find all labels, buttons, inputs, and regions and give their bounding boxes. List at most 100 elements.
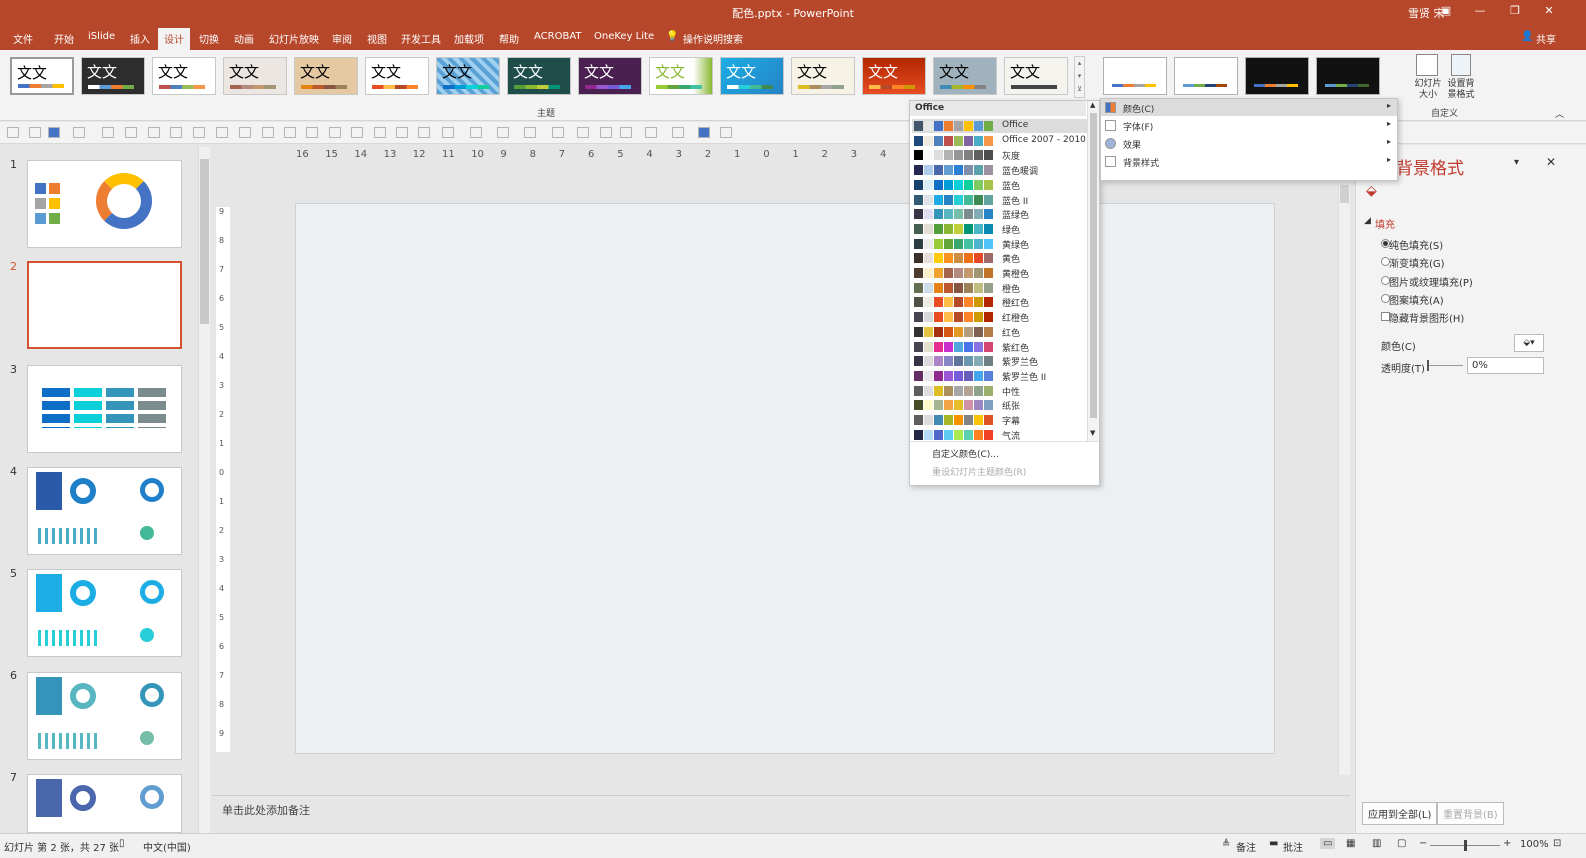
toolbar-icon[interactable] — [351, 127, 363, 138]
toolbar-icon[interactable] — [600, 127, 612, 138]
scroll-thumb[interactable] — [1090, 113, 1097, 418]
toolbar-icon[interactable] — [262, 127, 274, 138]
restore-icon[interactable]: ❐ — [1506, 4, 1524, 17]
scroll-down-icon[interactable]: ▼ — [1090, 429, 1095, 437]
minimize-icon[interactable]: — — [1471, 4, 1489, 17]
slide-thumbnail-6[interactable] — [27, 672, 182, 760]
section-collapse-icon[interactable]: ◢ — [1364, 216, 1371, 226]
slide-thumbnail-5[interactable] — [27, 569, 182, 657]
variant-menu-effects[interactable]: 效果 ▸ — [1101, 135, 1397, 152]
toolbar-icon[interactable] — [102, 127, 114, 138]
fill-section-label[interactable]: 填充 — [1375, 216, 1395, 231]
tab-developer[interactable]: 开发工具 — [401, 31, 441, 46]
tab-slideshow[interactable]: 幻灯片放映 — [269, 31, 319, 46]
notes-pane[interactable]: 单击此处添加备注 — [212, 795, 1350, 833]
pane-close-icon[interactable]: ✕ — [1546, 155, 1556, 169]
tab-design[interactable]: 设计 — [158, 28, 190, 50]
slide-thumbnail-2[interactable] — [27, 261, 182, 349]
toolbar-icon[interactable] — [73, 127, 85, 138]
toolbar-icon[interactable] — [396, 127, 408, 138]
toolbar-icon[interactable] — [329, 127, 341, 138]
variant-menu-fonts[interactable]: 字体(F) ▸ — [1101, 117, 1397, 134]
color-scheme-item[interactable]: 黄色 — [912, 251, 1088, 265]
zoom-level[interactable]: 100% — [1520, 839, 1549, 850]
comments-icon[interactable]: ▬ — [1269, 838, 1278, 849]
format-background-icon[interactable] — [1451, 54, 1471, 76]
theme-10[interactable]: 文文 — [649, 57, 713, 95]
toolbar-icon[interactable] — [552, 127, 564, 138]
gradient-fill-label[interactable]: 渐变填充(G) — [1389, 255, 1445, 270]
toolbar-icon[interactable] — [193, 127, 205, 138]
toolbar-icon[interactable] — [170, 127, 182, 138]
reading-view-icon[interactable]: ▥ — [1372, 838, 1381, 849]
share-button[interactable]: 共享 — [1536, 31, 1556, 46]
theme-gallery-scroll[interactable]: ▴ ▾ ⊻ — [1074, 56, 1085, 98]
variant-4[interactable] — [1316, 57, 1380, 95]
color-scheme-item[interactable]: 字幕 — [912, 413, 1088, 427]
toolbar-icon[interactable] — [418, 127, 430, 138]
hide-bg-graphics-label[interactable]: 隐藏背景图形(H) — [1389, 310, 1464, 325]
tab-insert[interactable]: 插入 — [130, 31, 150, 46]
slide-size-icon[interactable] — [1416, 54, 1438, 76]
toolbar-icon[interactable] — [442, 127, 454, 138]
toolbar-icon[interactable] — [48, 127, 60, 138]
tab-onekey[interactable]: OneKey Lite — [594, 31, 654, 42]
slide-thumbnail-1[interactable] — [27, 160, 182, 248]
toolbar-icon[interactable] — [720, 127, 732, 138]
tab-review[interactable]: 审阅 — [332, 31, 352, 46]
toolbar-icon[interactable] — [148, 127, 160, 138]
close-icon[interactable]: ✕ — [1540, 4, 1558, 17]
ribbon-display-icon[interactable]: ▣ — [1437, 4, 1455, 17]
tab-addins[interactable]: 加载项 — [454, 31, 484, 46]
reset-background-button[interactable]: 重置背景(B) — [1437, 802, 1504, 825]
slide-canvas[interactable] — [295, 203, 1275, 754]
zoom-out-icon[interactable]: − — [1419, 838, 1427, 849]
tab-file[interactable]: 文件 — [13, 31, 33, 46]
color-scheme-item[interactable]: 灰度 — [912, 148, 1088, 162]
theme-13[interactable]: 文文 — [862, 57, 926, 95]
pattern-fill-label[interactable]: 图案填充(A) — [1389, 292, 1444, 307]
apply-to-all-button[interactable]: 应用到全部(L) — [1362, 802, 1438, 825]
toolbar-icon[interactable] — [216, 127, 228, 138]
slide-thumbnail-3[interactable] — [27, 365, 182, 453]
toolbar-icon[interactable] — [672, 127, 684, 138]
zoom-slider-thumb[interactable] — [1464, 840, 1467, 851]
theme-15[interactable]: 文文 — [1004, 57, 1068, 95]
color-scheme-item[interactable]: 蓝色暖调 — [912, 163, 1088, 177]
theme-9[interactable]: 文文 — [578, 57, 642, 95]
toolbar-icon[interactable] — [698, 127, 710, 138]
transparency-slider[interactable] — [1427, 365, 1463, 366]
zoom-in-icon[interactable]: + — [1503, 838, 1511, 849]
theme-3[interactable]: 文文 — [152, 57, 216, 95]
color-scheme-item[interactable]: 黄绿色 — [912, 237, 1088, 251]
normal-view-icon[interactable]: ▭ — [1320, 838, 1336, 849]
slide-scrollbar[interactable] — [1338, 185, 1350, 775]
toolbar-icon[interactable] — [239, 127, 251, 138]
tell-me-search[interactable]: 操作说明搜索 — [683, 31, 743, 46]
variant-menu-colors[interactable]: 颜色(C) ▸ — [1101, 99, 1397, 116]
toolbar-icon[interactable] — [524, 127, 536, 138]
toolbar-icon[interactable] — [470, 127, 482, 138]
color-scheme-item[interactable]: 紫红色 — [912, 340, 1088, 354]
variant-2[interactable] — [1174, 57, 1238, 95]
color-scheme-item[interactable]: 蓝色 II — [912, 193, 1088, 207]
collapse-ribbon-icon[interactable]: ︿ — [1555, 107, 1564, 120]
theme-11[interactable]: 文文 — [720, 57, 784, 95]
thumbnail-scrollbar[interactable] — [198, 147, 210, 833]
variant-menu-bg-styles[interactable]: 背景样式 ▸ — [1101, 153, 1397, 170]
theme-8[interactable]: 文文 — [507, 57, 571, 95]
color-scheme-item[interactable]: 紫罗兰色 II — [912, 369, 1088, 383]
theme-2[interactable]: 文文 — [81, 57, 145, 95]
spellcheck-icon[interactable]: ▯ — [119, 838, 125, 849]
notes-placeholder[interactable]: 单击此处添加备注 — [222, 802, 310, 818]
toolbar-icon[interactable] — [29, 127, 41, 138]
tab-transitions[interactable]: 切换 — [199, 31, 219, 46]
toolbar-icon[interactable] — [125, 127, 137, 138]
color-scheme-item[interactable]: 纸张 — [912, 398, 1088, 412]
slide-thumbnail-4[interactable] — [27, 467, 182, 555]
theme-14[interactable]: 文文 — [933, 57, 997, 95]
toolbar-icon[interactable] — [7, 127, 19, 138]
color-scheme-item[interactable]: 气流 — [912, 428, 1088, 442]
tab-help[interactable]: 帮助 — [499, 31, 519, 46]
variant-1[interactable] — [1103, 57, 1167, 95]
